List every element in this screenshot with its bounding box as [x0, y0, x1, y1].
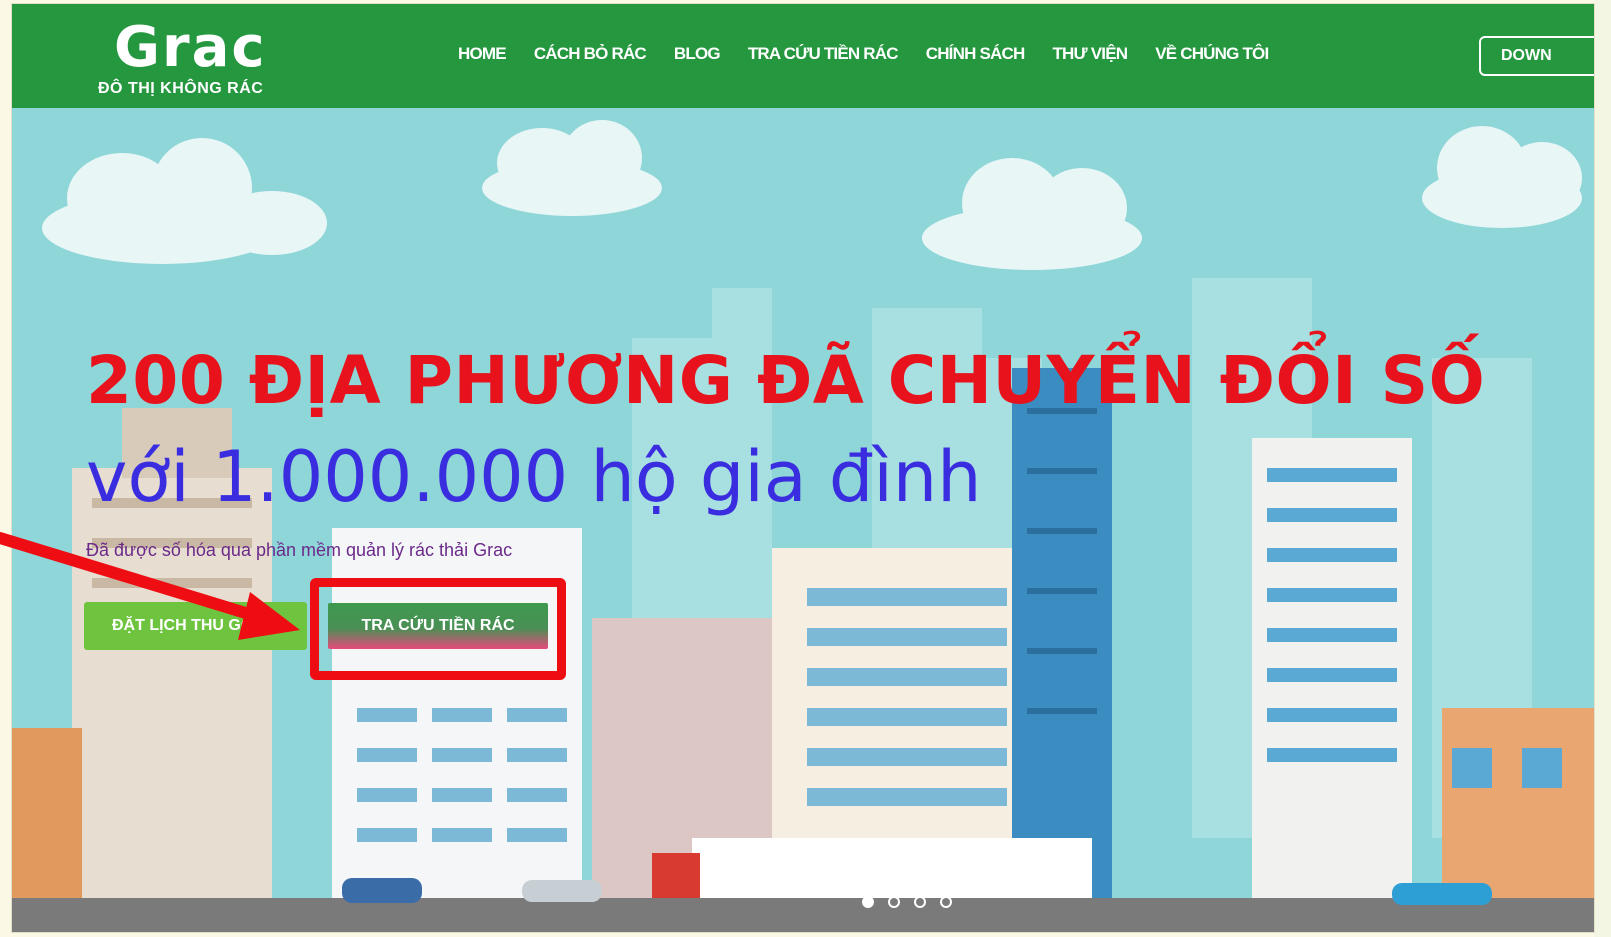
page-edge — [1594, 0, 1611, 937]
carousel-dot[interactable] — [940, 896, 952, 908]
logo-wordmark: Grac — [114, 15, 267, 80]
site-header: Grac ĐÔ THỊ KHÔNG RÁC HOME CÁCH BỎ RÁC B… — [12, 4, 1594, 108]
annotation-arrow-icon — [0, 532, 300, 640]
logo-tagline: ĐÔ THỊ KHÔNG RÁC — [98, 80, 264, 97]
hero-subheadline: với 1.000.000 hộ gia đình — [86, 436, 982, 518]
nav-cach-bo-rac[interactable]: CÁCH BỎ RÁC — [534, 44, 647, 64]
hero-headline: 200 ĐỊA PHƯƠNG ĐÃ CHUYỂN ĐỔI SỐ — [86, 342, 1486, 419]
nav-home[interactable]: HOME — [458, 44, 507, 64]
download-button[interactable]: DOWN — [1479, 36, 1594, 76]
annotation-highlight-box — [310, 578, 566, 680]
carousel-dot[interactable] — [888, 896, 900, 908]
nav-ve-chung-toi[interactable]: VỀ CHÚNG TÔI — [1155, 44, 1269, 64]
carousel-dot[interactable] — [862, 896, 874, 908]
main-nav: HOME CÁCH BỎ RÁC BLOG TRA CỨU TIỀN RÁC C… — [458, 44, 1269, 64]
carousel-dot[interactable] — [914, 896, 926, 908]
logo[interactable]: Grac ĐÔ THỊ KHÔNG RÁC — [98, 18, 298, 104]
nav-chinh-sach[interactable]: CHÍNH SÁCH — [926, 44, 1026, 64]
carousel-dots — [862, 896, 952, 908]
browser-page: Grac ĐÔ THỊ KHÔNG RÁC HOME CÁCH BỎ RÁC B… — [12, 4, 1594, 932]
nav-blog[interactable]: BLOG — [674, 44, 721, 64]
nav-tra-cuu-tien-rac[interactable]: TRA CỨU TIỀN RÁC — [748, 44, 899, 64]
nav-thu-vien[interactable]: THƯ VIỆN — [1052, 44, 1128, 64]
